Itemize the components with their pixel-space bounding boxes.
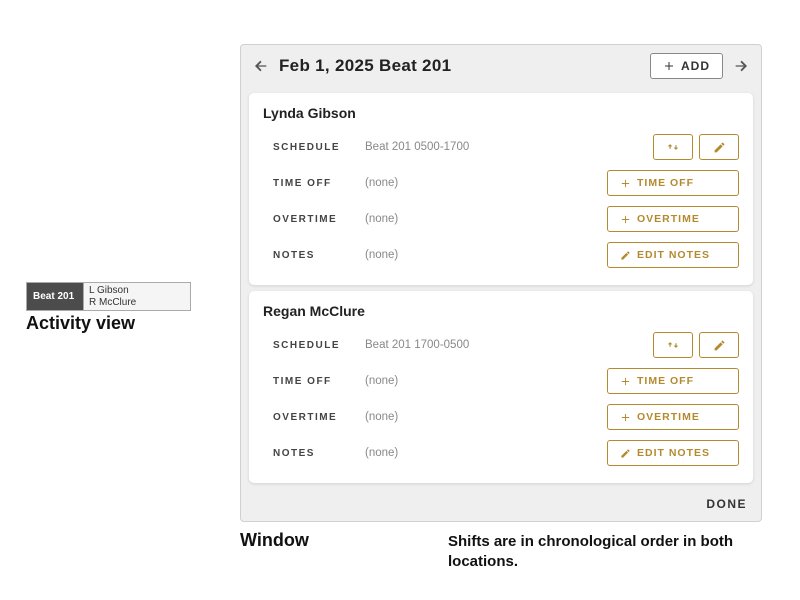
plus-icon [620,376,631,387]
swap-shift-button[interactable] [653,134,693,160]
overtime-button-label: OVERTIME [637,213,700,225]
window-footer: DONE [241,489,761,521]
add-overtime-button[interactable]: OVERTIME [607,206,739,232]
activity-beat-label: Beat 201 [27,283,83,310]
notes-label: NOTES [263,448,365,459]
plus-icon [620,214,631,225]
activity-name-item: L Gibson [89,285,185,297]
arrow-left-icon [253,58,269,74]
edit-shift-button[interactable] [699,332,739,358]
order-caption: Shifts are in chronological order in bot… [448,532,758,573]
edit-notes-button[interactable]: EDIT NOTES [607,440,739,466]
activity-names: L Gibson R McClure [83,283,190,310]
swap-shift-button[interactable] [653,332,693,358]
overtime-row: OVERTIME (none) OVERTIME [263,203,739,235]
timeoff-value: (none) [365,177,607,189]
pencil-icon [620,448,631,459]
overtime-label: OVERTIME [263,412,365,423]
overtime-row: OVERTIME (none) OVERTIME [263,401,739,433]
plus-icon [620,412,631,423]
overtime-label: OVERTIME [263,214,365,225]
edit-notes-button[interactable]: EDIT NOTES [607,242,739,268]
pencil-icon [620,250,631,261]
pencil-icon [713,141,726,154]
schedule-value: Beat 201 1700-0500 [365,339,653,351]
window-title: Feb 1, 2025 Beat 201 [279,56,642,76]
timeoff-row: TIME OFF (none) TIME OFF [263,167,739,199]
activity-view: Beat 201 L Gibson R McClure Activity vie… [26,282,191,334]
schedule-label: SCHEDULE [263,142,365,153]
notes-row: NOTES (none) EDIT NOTES [263,239,739,271]
person-name: Regan McClure [263,303,739,319]
activity-row[interactable]: Beat 201 L Gibson R McClure [26,282,191,311]
overtime-value: (none) [365,213,607,225]
schedule-row: SCHEDULE Beat 201 1700-0500 [263,329,739,361]
prev-day-button[interactable] [251,56,271,76]
add-timeoff-button[interactable]: TIME OFF [607,170,739,196]
window-caption: Window [240,530,309,551]
shift-window: Feb 1, 2025 Beat 201 ADD Lynda Gibson SC… [240,44,762,522]
timeoff-button-label: TIME OFF [637,177,694,189]
timeoff-button-label: TIME OFF [637,375,694,387]
activity-view-caption: Activity view [26,313,191,334]
swap-icon [666,140,680,154]
schedule-row: SCHEDULE Beat 201 0500-1700 [263,131,739,163]
pencil-icon [713,339,726,352]
edit-shift-button[interactable] [699,134,739,160]
plus-icon [620,178,631,189]
person-card: Lynda Gibson SCHEDULE Beat 201 0500-1700… [249,93,753,285]
person-card: Regan McClure SCHEDULE Beat 201 1700-050… [249,291,753,483]
timeoff-label: TIME OFF [263,178,365,189]
window-header: Feb 1, 2025 Beat 201 ADD [241,45,761,87]
schedule-label: SCHEDULE [263,340,365,351]
timeoff-row: TIME OFF (none) TIME OFF [263,365,739,397]
timeoff-label: TIME OFF [263,376,365,387]
overtime-button-label: OVERTIME [637,411,700,423]
add-timeoff-button[interactable]: TIME OFF [607,368,739,394]
add-overtime-button[interactable]: OVERTIME [607,404,739,430]
notes-label: NOTES [263,250,365,261]
next-day-button[interactable] [731,56,751,76]
activity-name-item: R McClure [89,297,185,309]
edit-notes-button-label: EDIT NOTES [637,447,710,459]
notes-value: (none) [365,447,607,459]
overtime-value: (none) [365,411,607,423]
plus-icon [663,60,675,72]
notes-row: NOTES (none) EDIT NOTES [263,437,739,469]
person-name: Lynda Gibson [263,105,739,121]
timeoff-value: (none) [365,375,607,387]
done-button[interactable]: DONE [706,497,747,511]
notes-value: (none) [365,249,607,261]
edit-notes-button-label: EDIT NOTES [637,249,710,261]
swap-icon [666,338,680,352]
add-button-label: ADD [681,59,710,73]
add-button[interactable]: ADD [650,53,723,79]
schedule-value: Beat 201 0500-1700 [365,141,653,153]
arrow-right-icon [733,58,749,74]
